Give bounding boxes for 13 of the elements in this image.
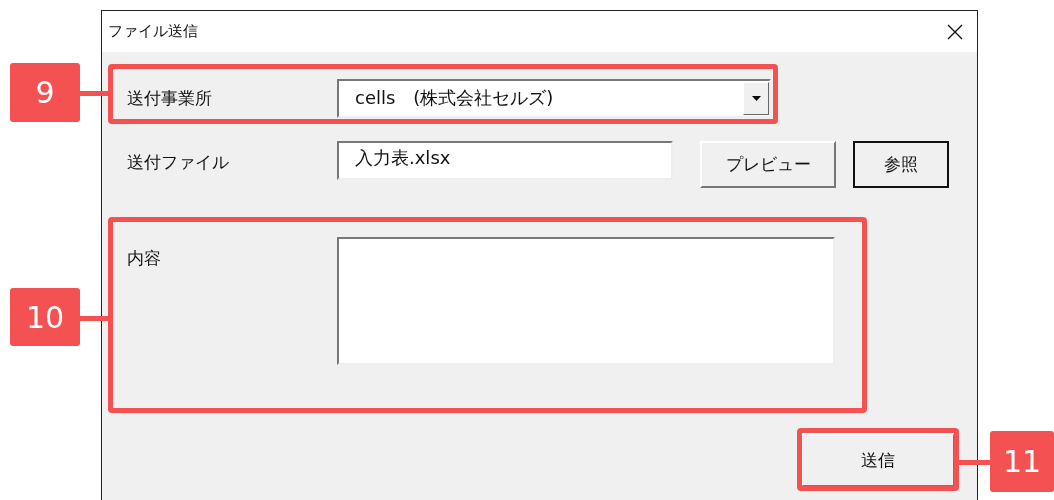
input-field[interactable]: 入力表.xlsx bbox=[337, 141, 673, 180]
callout-badge: 11 bbox=[990, 431, 1054, 492]
send-button[interactable]: 送信 bbox=[801, 433, 955, 487]
dialog-button[interactable]: 参照 bbox=[853, 141, 949, 188]
callout-badge: 9 bbox=[10, 63, 80, 122]
field-label: 送付事業所 bbox=[127, 86, 213, 110]
dropdown-field[interactable]: cells (株式会社セルズ) bbox=[337, 78, 771, 118]
close-icon[interactable] bbox=[947, 23, 963, 40]
window-title: ファイル送信 bbox=[108, 22, 198, 41]
dialog-button[interactable]: プレビュー bbox=[700, 141, 836, 188]
callout-badge: 10 bbox=[10, 288, 80, 346]
field-label: 送付ファイル bbox=[127, 151, 230, 174]
field-label: 内容 bbox=[127, 247, 162, 270]
